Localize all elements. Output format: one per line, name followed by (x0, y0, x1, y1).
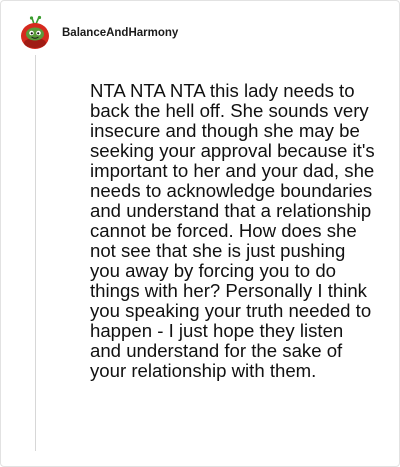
user-avatar-icon[interactable] (19, 15, 51, 51)
comment-author[interactable]: BalanceAndHarmony (62, 27, 178, 39)
comment-body: NTA NTA NTA this lady needs to back the … (90, 80, 375, 381)
thread-line[interactable] (35, 55, 36, 451)
comment-card: BalanceAndHarmony NTA NTA NTA this lady … (0, 0, 400, 467)
